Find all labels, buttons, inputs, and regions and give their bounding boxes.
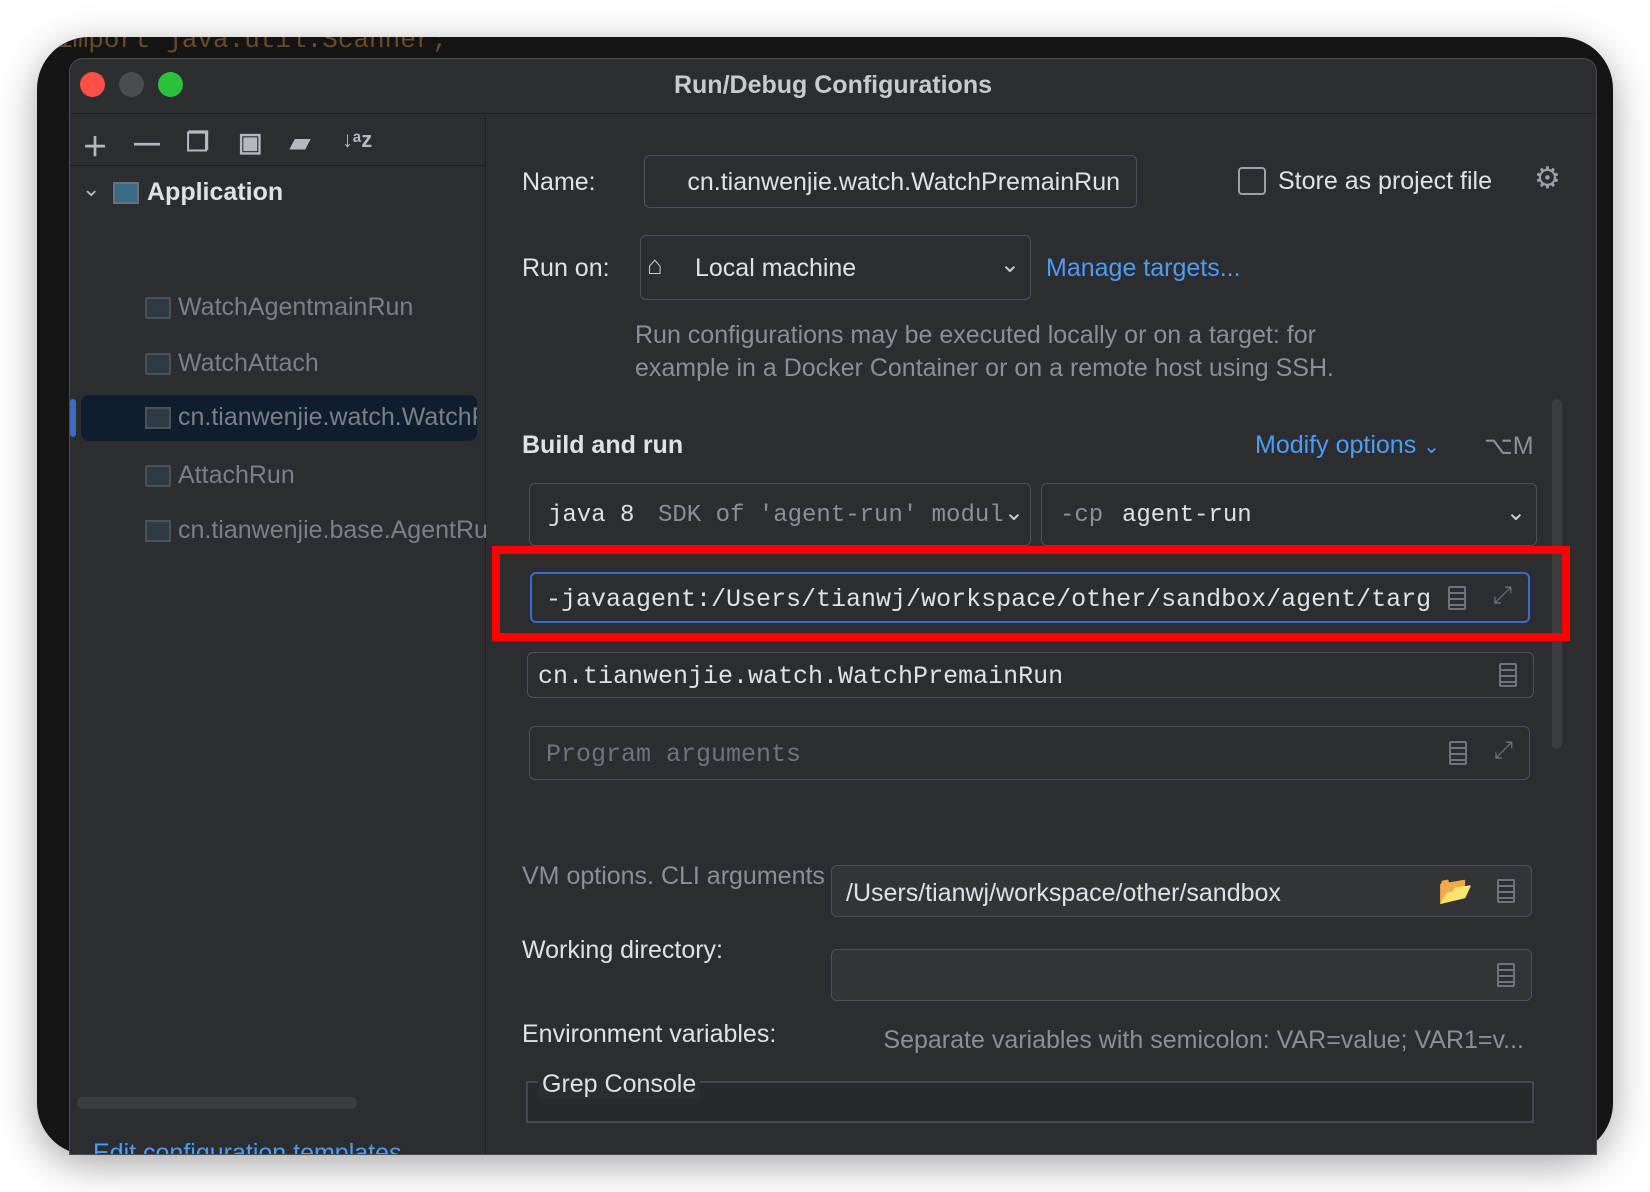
copy-icon[interactable]: ❐ [186, 127, 209, 158]
chevron-down-icon: ⌄ [1003, 498, 1024, 527]
tree-item-selected[interactable]: cn.tianwenjie.watch.WatchPremainRun [81, 395, 477, 441]
tree-item[interactable]: WatchAttach [70, 341, 486, 387]
working-directory-value: /Users/tianwj/workspace/other/sandbox [846, 879, 1281, 907]
expand-icon[interactable]: ⤢ [1493, 582, 1512, 610]
document-icon[interactable] [1497, 963, 1515, 987]
chevron-down-icon: ⌄ [1505, 499, 1526, 526]
horizontal-scrollbar[interactable] [77, 1097, 357, 1109]
home-icon: ⌂ [647, 250, 663, 280]
sdk-version: java 8 [548, 502, 635, 529]
item-label: cn.tianwenjie.watch.WatchPremainRun [178, 403, 477, 431]
chevron-down-icon: ⌄ [1423, 436, 1440, 458]
sdk-description: SDK of 'agent-run' module [658, 502, 1019, 529]
cp-prefix: -cp [1060, 502, 1104, 529]
config-icon [145, 465, 171, 487]
build-run-heading: Build and run [522, 431, 684, 459]
chevron-down-icon: ⌄ [999, 251, 1020, 278]
name-value: cn.tianwenjie.watch.WatchPremainRun [687, 168, 1120, 196]
manage-targets-link[interactable]: Manage targets... [1046, 254, 1241, 283]
window-title: Run/Debug Configurations [673, 71, 993, 99]
selection-marker [70, 399, 76, 437]
run-on-hint: Run configurations may be executed local… [635, 321, 1316, 349]
main-class-input[interactable]: cn.tianwenjie.watch.WatchPremainRun [527, 652, 1534, 698]
minus-icon[interactable]: — [134, 127, 160, 158]
vm-options-input[interactable]: -javaagent:/Users/tianwj/workspace/other… [530, 572, 1530, 623]
document-icon[interactable] [1448, 586, 1466, 610]
environment-variables-hint: Separate variables with semicolon: VAR=v… [883, 1026, 1524, 1054]
working-directory-input[interactable]: /Users/tianwj/workspace/other/sandbox 📂 [831, 865, 1532, 917]
item-label: WatchAttach [178, 349, 319, 377]
folder-icon[interactable]: 📂 [1438, 874, 1473, 907]
main-class-value: cn.tianwenjie.watch.WatchPremainRun [538, 662, 1064, 691]
run-on-hint: example in a Docker Container or on a re… [635, 354, 1334, 382]
tree-item[interactable]: cn.tianwenjie.base.AgentRun [70, 508, 486, 554]
document-icon[interactable] [1497, 879, 1515, 903]
new-folder-icon[interactable]: ▰ [290, 127, 310, 158]
run-on-label: Run on: [522, 254, 610, 282]
working-directory-label: Working directory: [522, 936, 723, 964]
document-icon[interactable] [1499, 663, 1517, 687]
run-debug-dialog: Run/Debug Configurations ＋ — ❐ ▣ ▰ ↓ᵃz ⌄… [69, 58, 1597, 1155]
environment-variables-input[interactable] [831, 949, 1532, 1001]
store-label: Store as project file [1278, 167, 1492, 195]
item-label: WatchAgentmainRun [178, 293, 414, 321]
name-input[interactable]: cn.tianwenjie.watch.WatchPremainRun [644, 155, 1137, 208]
document-icon[interactable] [1449, 741, 1467, 765]
save-icon[interactable]: ▣ [238, 127, 263, 158]
name-label: Name: [522, 168, 596, 196]
config-icon [145, 297, 171, 319]
plus-icon[interactable]: ＋ [82, 127, 108, 164]
modify-options-link[interactable]: Modify options ⌄ [1255, 431, 1440, 460]
expand-icon[interactable]: ⤢ [1494, 737, 1513, 765]
program-arguments-input[interactable]: Program arguments ⤢ [529, 726, 1530, 780]
vm-options-value: -javaagent:/Users/tianwj/workspace/other… [546, 585, 1431, 614]
config-icon [145, 353, 171, 375]
grep-console-label: Grep Console [538, 1070, 701, 1099]
item-label: cn.tianwenjie.base.AgentRun [178, 516, 486, 544]
cp-value: agent-run [1122, 502, 1252, 529]
title-bar: Run/Debug Configurations [70, 59, 1596, 114]
background-code: import java.util.Scanner; [57, 37, 448, 55]
modify-options-label: Modify options [1255, 431, 1417, 459]
run-on-dropdown[interactable]: ⌂ Local machine ⌄ [640, 235, 1031, 300]
edit-templates-link[interactable]: Edit configuration templates... [93, 1139, 422, 1154]
store-project-checkbox[interactable] [1238, 167, 1266, 195]
program-args-placeholder: Program arguments [546, 740, 802, 769]
application-icon [113, 182, 139, 204]
environment-variables-label: Environment variables: [522, 1020, 777, 1048]
group-label: Application [147, 178, 284, 206]
toolbar-divider [70, 165, 485, 166]
tree-group-application[interactable]: ⌄ Application [70, 170, 486, 216]
sort-alpha-icon[interactable]: ↓ᵃz [342, 127, 372, 153]
jre-dropdown[interactable]: java 8 SDK of 'agent-run' module ⌄ [529, 483, 1031, 546]
tree-item[interactable]: WatchAgentmainRun [70, 285, 486, 331]
chevron-down-icon[interactable]: ⌄ [82, 176, 100, 202]
modify-shortcut: ⌥M [1484, 432, 1534, 460]
gear-icon[interactable]: ⚙ [1534, 161, 1561, 196]
config-icon [145, 520, 171, 542]
run-on-value: Local machine [695, 254, 857, 282]
classpath-dropdown[interactable]: -cp agent-run ⌄ [1041, 483, 1537, 546]
config-tree-panel: ＋ — ❐ ▣ ▰ ↓ᵃz ⌄ Application WatchAgentma… [70, 115, 486, 1154]
tree-item[interactable]: AttachRun [70, 453, 486, 499]
item-label: AttachRun [178, 461, 295, 489]
config-icon [145, 407, 171, 429]
